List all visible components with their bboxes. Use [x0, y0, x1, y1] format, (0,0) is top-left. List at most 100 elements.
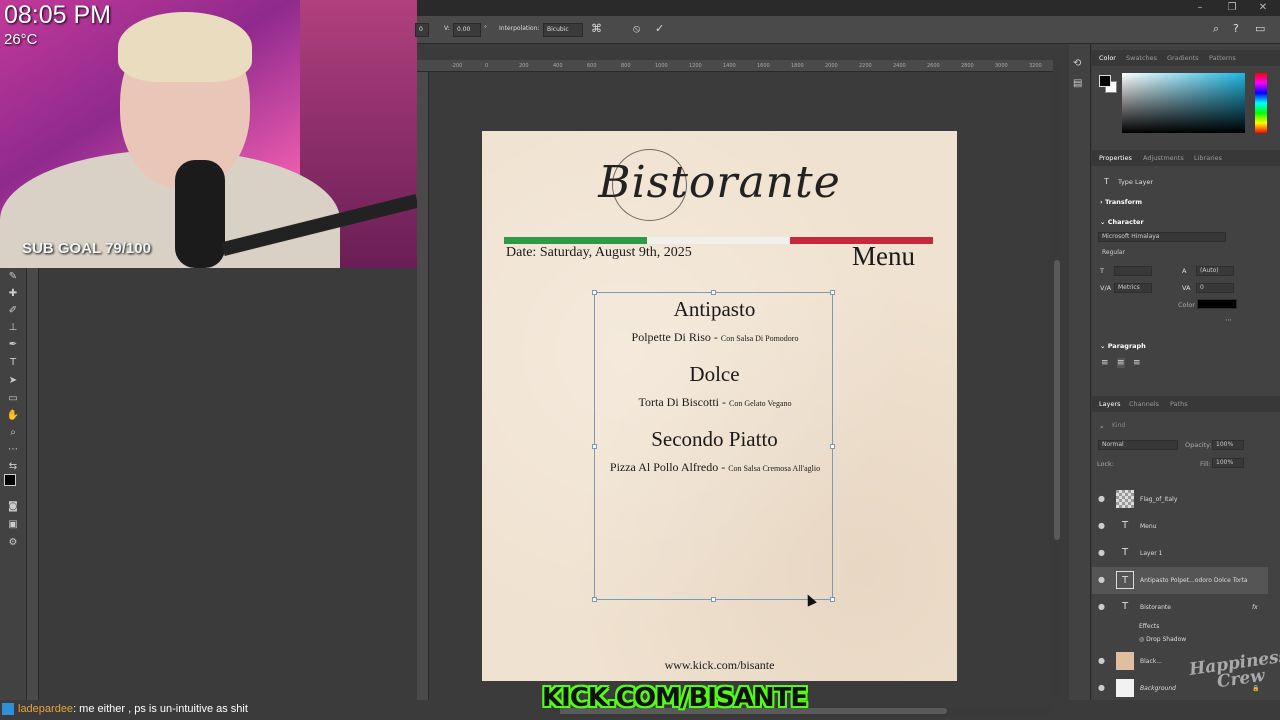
- minimize-icon[interactable]: –: [1192, 1, 1208, 15]
- tracking-icon: VA: [1182, 284, 1191, 292]
- eyedropper-tool-icon[interactable]: ✎: [5, 270, 21, 284]
- tab-color[interactable]: Color: [1099, 54, 1116, 62]
- opacity-field[interactable]: 100%: [1212, 440, 1244, 450]
- tab-patterns[interactable]: Patterns: [1209, 54, 1236, 62]
- zoom-tool-icon[interactable]: ⌕: [5, 426, 21, 440]
- ruler-horizontal: -200 0 200 400 600 800 1000 1200 1400 1600 1800 200…: [417, 60, 1053, 72]
- tracking-field[interactable]: 0: [1196, 283, 1234, 293]
- visibility-eye-icon[interactable]: ●: [1098, 683, 1105, 692]
- fx-icon[interactable]: fx: [1252, 604, 1258, 611]
- tab-paths[interactable]: Paths: [1170, 400, 1188, 408]
- visibility-eye-icon[interactable]: ●: [1098, 575, 1105, 584]
- menu-document[interactable]: Bistorante Date: Saturday, August 9th, 2…: [482, 131, 957, 681]
- item-name: Torta Di Biscotti -: [638, 395, 729, 409]
- layer-row[interactable]: ● Flag_of_Italy: [1092, 486, 1268, 513]
- item-detail: Con Salsa Di Pomodoro: [720, 334, 799, 343]
- rectangle-tool-icon[interactable]: ▭: [5, 392, 21, 406]
- fill-field[interactable]: 100%: [1212, 458, 1244, 468]
- help-icon[interactable]: ?: [1233, 22, 1239, 35]
- transform-section[interactable]: › Transform: [1100, 198, 1142, 206]
- transform-handle[interactable]: [830, 290, 835, 295]
- visibility-eye-icon[interactable]: ●: [1098, 521, 1105, 530]
- text-color-swatch[interactable]: [1197, 299, 1237, 309]
- swap-colors-icon[interactable]: ⇆: [5, 460, 21, 474]
- hue-slider[interactable]: [1255, 73, 1267, 133]
- quick-mask-icon[interactable]: ◙: [5, 500, 21, 514]
- v-value-field[interactable]: 0.00: [453, 23, 481, 37]
- font-size-field[interactable]: [1114, 266, 1152, 276]
- font-family-select[interactable]: Microsoft Himalaya: [1098, 232, 1226, 242]
- layer-row[interactable]: ● T Layer 1: [1092, 540, 1268, 567]
- h-value-field[interactable]: 0: [415, 23, 429, 37]
- close-icon[interactable]: ✕: [1255, 1, 1271, 15]
- character-section[interactable]: ⌄ Character: [1100, 218, 1144, 226]
- tab-gradients[interactable]: Gradients: [1167, 54, 1199, 62]
- pen-tool-icon[interactable]: ✒: [5, 338, 21, 352]
- cancel-transform-icon[interactable]: ⦸: [633, 22, 640, 36]
- tab-properties[interactable]: Properties: [1099, 154, 1132, 162]
- align-left-icon[interactable]: ≡: [1101, 358, 1109, 368]
- vertical-scroll-thumb[interactable]: [1054, 260, 1060, 540]
- restore-icon[interactable]: ❐: [1224, 1, 1240, 15]
- layer-filter-input[interactable]: Kind: [1108, 421, 1148, 431]
- search-icon[interactable]: ⌕: [1213, 22, 1219, 36]
- ruler-tick-label: 2000: [825, 63, 838, 69]
- paragraph-section[interactable]: ⌄ Paragraph: [1100, 342, 1146, 350]
- tab-swatches[interactable]: Swatches: [1126, 54, 1157, 62]
- hand-tool-icon[interactable]: ✋: [5, 409, 21, 423]
- tab-layers[interactable]: Layers: [1099, 400, 1121, 408]
- text-bounding-box[interactable]: Antipasto Polpette Di Riso - Con Salsa D…: [592, 290, 835, 602]
- transform-handle[interactable]: [711, 290, 716, 295]
- edit-toolbar-icon[interactable]: ⚙: [5, 536, 21, 550]
- visibility-eye-icon[interactable]: ●: [1098, 602, 1105, 611]
- foreground-color-chip[interactable]: [1099, 75, 1111, 87]
- workspace-icon[interactable]: ▭: [1255, 22, 1265, 35]
- stamp-tool-icon[interactable]: ⊥: [5, 321, 21, 335]
- vertical-scrollbar[interactable]: [1053, 60, 1061, 700]
- chat-badge-icon: [2, 703, 14, 715]
- visibility-eye-icon[interactable]: ●: [1098, 494, 1105, 503]
- type-tool-icon[interactable]: T: [5, 356, 21, 370]
- blend-mode-select[interactable]: Normal: [1098, 440, 1178, 450]
- kerning-field[interactable]: Metrics: [1114, 283, 1152, 293]
- screen-mode-icon[interactable]: ▣: [5, 518, 21, 532]
- brush-tool-icon[interactable]: ✐: [5, 304, 21, 318]
- color-picker-field[interactable]: [1122, 73, 1245, 133]
- font-style-select[interactable]: Regular: [1098, 248, 1226, 258]
- transform-handle[interactable]: [711, 597, 716, 602]
- leading-field[interactable]: (Auto): [1196, 266, 1234, 276]
- drop-shadow-effect[interactable]: ◎ Drop Shadow: [1139, 636, 1186, 643]
- webcam-person-hair: [118, 12, 252, 82]
- interpolation-select[interactable]: Bicubic: [543, 23, 583, 37]
- type-layer-icon: T: [1116, 571, 1134, 589]
- tab-adjustments[interactable]: Adjustments: [1143, 154, 1184, 162]
- more-options-icon[interactable]: ⋯: [1225, 316, 1232, 324]
- more-tools-icon[interactable]: ⋯: [5, 443, 21, 457]
- commit-transform-icon[interactable]: ✓: [655, 22, 664, 35]
- warp-icon[interactable]: ⌘: [591, 22, 602, 35]
- align-center-icon[interactable]: ≡: [1117, 358, 1125, 368]
- tab-channels[interactable]: Channels: [1129, 400, 1159, 408]
- transform-handle[interactable]: [830, 597, 835, 602]
- ruler-tick-label: 1800: [791, 63, 804, 69]
- visibility-eye-icon[interactable]: ●: [1098, 656, 1105, 665]
- comments-icon[interactable]: ▤: [1073, 78, 1082, 89]
- path-select-tool-icon[interactable]: ➤: [5, 374, 21, 388]
- tab-libraries[interactable]: Libraries: [1194, 154, 1222, 162]
- transform-handle[interactable]: [592, 597, 597, 602]
- layer-row[interactable]: ● T Bistorante fx: [1092, 594, 1268, 621]
- history-icon[interactable]: ⟲: [1073, 58, 1081, 69]
- layer-row-selected[interactable]: ● T Antipasto Polpet...odoro Dolce Torta: [1092, 567, 1268, 594]
- leading-icon: A: [1182, 267, 1187, 275]
- layer-type-label: Type Layer: [1118, 178, 1154, 186]
- stream-clock: 08:05 PM: [4, 1, 112, 29]
- layer-row[interactable]: ● T Menu: [1092, 513, 1268, 540]
- spot-heal-tool-icon[interactable]: ✚: [5, 287, 21, 301]
- ruler-tick-label: 0: [485, 63, 489, 69]
- align-right-icon[interactable]: ≡: [1133, 358, 1141, 368]
- transform-handle[interactable]: [592, 290, 597, 295]
- visibility-eye-icon[interactable]: ●: [1098, 548, 1105, 557]
- ruler-tick-label: 1200: [689, 63, 702, 69]
- foreground-color-swatch[interactable]: [4, 474, 16, 486]
- microphone: [175, 160, 225, 268]
